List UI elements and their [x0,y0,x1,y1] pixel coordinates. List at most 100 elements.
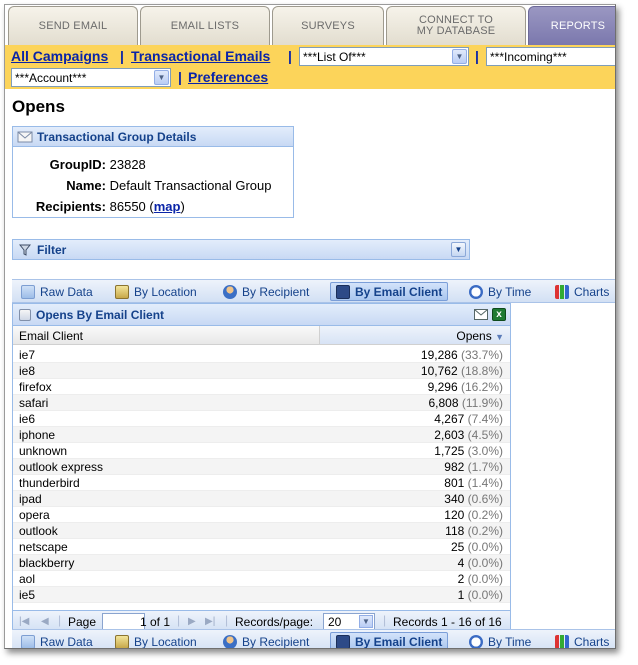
raw-data-button[interactable]: Raw Data [16,282,98,301]
table-row[interactable]: ie6 4,267 (7.4%) [13,411,510,427]
tab-connect-database[interactable]: CONNECT TO MY DATABASE [386,6,526,45]
table-icon [21,634,35,648]
table-row[interactable]: blackberry 4 (0.0%) [13,555,510,571]
button-label: Charts [574,634,610,649]
tab-email-lists[interactable]: EMAIL LISTS [140,6,270,45]
filter-title: Filter [37,242,67,257]
opens-cell: 1,725 (3.0%) [434,444,503,458]
campaign-bar: All Campaigns | Transactional Emails | *… [5,45,615,89]
map-icon [115,634,129,648]
tab-reports[interactable]: REPORTS [528,6,615,45]
filter-panel[interactable]: Filter ▼ [12,239,470,260]
by-location-button[interactable]: By Location [110,632,202,648]
email-client-cell: outlook [19,524,58,538]
table-row[interactable]: opera 120 (0.2%) [13,507,510,523]
email-export-icon[interactable] [474,309,488,320]
clock-icon [469,634,483,648]
by-time-button[interactable]: By Time [464,282,536,301]
opens-percent: (7.4%) [467,412,503,426]
table-row[interactable]: aol 2 (0.0%) [13,571,510,587]
email-client-cell: ie7 [19,348,36,362]
opens-percent: (0.0%) [467,540,503,554]
button-label: Raw Data [40,634,93,649]
funnel-icon [19,244,31,256]
table-row[interactable]: unknown 1,725 (3.0%) [13,443,510,459]
group-details-title: Transactional Group Details [37,129,197,144]
opens-count: 1 [457,588,465,602]
opens-cell: 4 (0.0%) [458,556,503,570]
grid-title-bar: Opens By Email Client x [13,304,510,326]
chevron-down-icon: ▼ [154,70,169,85]
opens-cell: 118 (0.2%) [445,524,503,538]
separator: | [475,48,479,64]
button-label: By Email Client [355,634,443,649]
by-recipient-button[interactable]: By Recipient [218,632,314,648]
next-page-icon[interactable]: ▶ [188,616,196,627]
separator: | [288,48,292,64]
column-header-opens[interactable]: Opens ▼ [319,326,510,344]
incoming-select[interactable]: ***Incoming*** [486,47,615,66]
separator: | [178,69,182,85]
select-value: ***Account*** [15,71,87,85]
tab-send-email[interactable]: SEND EMAIL [8,6,138,45]
button-label: By Email Client [355,284,443,299]
group-name-row: Name: Default Transactional Group [13,178,271,193]
button-label: By Location [134,284,197,299]
chevron-down-icon[interactable]: ▼ [451,242,466,257]
all-campaigns-link[interactable]: All Campaigns [11,48,108,64]
pager-divider: | [225,613,229,627]
user-icon [223,284,237,299]
charts-button[interactable]: Charts [550,282,614,301]
by-location-button[interactable]: By Location [110,282,202,301]
opens-cell: 9,296 (16.2%) [428,380,503,394]
opens-percent: (4.5%) [467,428,503,442]
by-recipient-button[interactable]: By Recipient [218,282,314,301]
page-count-label: of 1 [150,615,171,629]
page-number-input[interactable]: 1 [102,613,147,630]
last-page-icon[interactable]: ▶| [205,616,215,627]
pager-divider: | [383,613,387,627]
prev-page-icon[interactable]: ◀ [41,616,49,627]
column-header-client[interactable]: Email Client [19,329,83,343]
page-number-value: 1 [140,615,147,629]
table-row[interactable]: outlook express 982 (1.7%) [13,459,510,475]
opens-percent: (0.0%) [467,572,503,586]
by-email-client-button[interactable]: By Email Client [330,632,449,649]
group-id-value: 23828 [109,157,146,172]
raw-data-button[interactable]: Raw Data [16,632,98,649]
table-row[interactable]: ie5 1 (0.0%) [13,587,510,603]
map-link[interactable]: map [154,199,181,214]
opens-percent: (16.2%) [460,380,503,394]
table-row[interactable]: firefox 9,296 (16.2%) [13,379,510,395]
table-row[interactable]: thunderbird 801 (1.4%) [13,475,510,491]
tab-label: SURVEYS [301,19,355,32]
table-row[interactable]: ie8 10,762 (18.8%) [13,363,510,379]
charts-button[interactable]: Charts [550,632,614,649]
records-per-page-select[interactable]: 20 ▼ [323,613,375,630]
excel-export-icon[interactable]: x [492,308,506,321]
table-row[interactable]: safari 6,808 (11.9%) [13,395,510,411]
table-row[interactable]: outlook 118 (0.2%) [13,523,510,539]
list-of-select[interactable]: ***List Of*** ▼ [299,47,469,66]
table-icon [21,284,35,299]
opens-count: 982 [444,460,465,474]
map-icon [115,284,129,299]
email-client-cell: ie8 [19,364,36,378]
table-row[interactable]: iphone 2,603 (4.5%) [13,427,510,443]
separator: | [120,48,124,64]
tab-surveys[interactable]: SURVEYS [272,6,384,45]
opens-percent: (11.9%) [461,396,503,410]
preferences-link[interactable]: Preferences [188,69,268,85]
select-value: ***Incoming*** [490,50,567,64]
table-row[interactable]: netscape 25 (0.0%) [13,539,510,555]
account-select[interactable]: ***Account*** ▼ [11,68,171,87]
transactional-emails-link[interactable]: Transactional Emails [131,48,270,64]
by-email-client-button[interactable]: By Email Client [330,282,449,301]
first-page-icon[interactable]: |◀ [19,616,29,627]
email-client-cell: iphone [19,428,56,442]
by-time-button[interactable]: By Time [464,632,536,648]
table-row[interactable]: ie7 19,286 (33.7%) [13,347,510,363]
table-row[interactable]: ipad 340 (0.6%) [13,491,510,507]
main-nav: SEND EMAIL EMAIL LISTS SURVEYS CONNECT T… [5,5,615,45]
email-client-cell: ipad [19,492,42,506]
